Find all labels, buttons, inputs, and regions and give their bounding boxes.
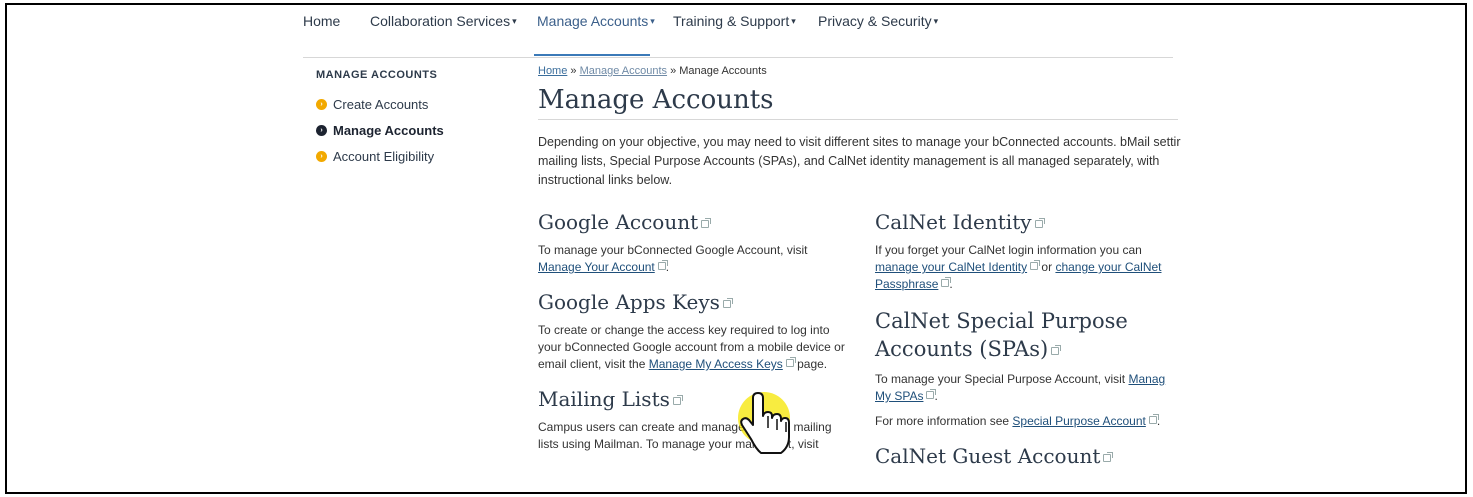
nav-collaboration-services[interactable]: Collaboration Services ▾ xyxy=(370,13,517,29)
nav-home[interactable]: Home xyxy=(303,13,340,29)
manage-my-access-keys-link[interactable]: Manage My Access Keys xyxy=(649,357,783,371)
sidebar-item-manage-accounts[interactable]: › Manage Accounts xyxy=(316,117,516,143)
main-content: Home » Manage Accounts » Manage Accounts… xyxy=(538,65,1181,190)
external-link-icon xyxy=(1030,260,1041,270)
sidebar-item-account-eligibility[interactable]: › Account Eligibility xyxy=(316,143,516,169)
sidebar-title: MANAGE ACCOUNTS xyxy=(316,69,438,81)
caret-down-icon: ▾ xyxy=(512,16,517,26)
google-apps-keys-heading[interactable]: Google Apps Keys xyxy=(538,290,720,314)
chevron-right-icon: › xyxy=(316,150,327,162)
breadcrumb-current: Manage Accounts xyxy=(679,65,767,77)
nav-manage-accounts[interactable]: Manage Accounts ▾ xyxy=(537,13,655,29)
chevron-right-icon: › xyxy=(316,124,327,136)
breadcrumb-home-link[interactable]: Home xyxy=(538,65,567,77)
external-link-icon xyxy=(701,218,712,228)
caret-down-icon: ▾ xyxy=(791,16,796,26)
external-link-icon xyxy=(657,260,668,270)
top-navigation: Home Collaboration Services ▾ Manage Acco… xyxy=(303,5,1173,58)
browser-viewport: Home Collaboration Services ▾ Manage Acco… xyxy=(5,3,1467,494)
section-calnet-identity: CalNet Identity If you forget your CalNe… xyxy=(875,210,1162,291)
special-purpose-account-link[interactable]: Special Purpose Account xyxy=(1012,414,1145,428)
section-calnet-guest: CalNet Guest Account xyxy=(875,444,1175,468)
calnet-spa-heading-cont[interactable]: Accounts (SPAs) xyxy=(875,337,1048,361)
sidebar-item-create-accounts[interactable]: › Create Accounts xyxy=(316,91,516,117)
right-column: CalNet Identity If you forget your CalNe… xyxy=(875,210,1175,468)
sidebar-item-label: Create Accounts xyxy=(333,96,429,112)
section-calnet-spa: CalNet Special Purpose Accounts (SPAs) T… xyxy=(875,309,1166,428)
mailing-lists-heading[interactable]: Mailing Lists xyxy=(538,387,670,411)
change-calnet-passphrase-link-cont[interactable]: Passphrase xyxy=(875,277,938,291)
external-link-icon xyxy=(1103,452,1114,462)
change-calnet-passphrase-link[interactable]: change your CalNet xyxy=(1055,260,1161,274)
external-link-icon xyxy=(1148,414,1159,424)
caret-down-icon: ▾ xyxy=(933,16,939,26)
external-link-icon xyxy=(941,277,952,287)
google-account-heading[interactable]: Google Account xyxy=(538,210,698,234)
sidebar-item-label: Manage Accounts xyxy=(333,122,444,138)
chevron-right-icon: › xyxy=(316,98,327,110)
calnet-spa-heading[interactable]: CalNet Special Purpose xyxy=(875,309,1128,333)
external-link-icon xyxy=(926,389,937,399)
page-title: Manage Accounts xyxy=(538,85,1178,120)
intro-paragraph: Depending on your objective, you may nee… xyxy=(538,135,1181,187)
nav-privacy-security[interactable]: Privacy & Security ▾ xyxy=(818,13,938,29)
sidebar-item-label: Account Eligibility xyxy=(333,148,435,164)
caret-down-icon: ▾ xyxy=(650,16,655,26)
external-link-icon xyxy=(1034,218,1045,228)
calnet-identity-heading[interactable]: CalNet Identity xyxy=(875,210,1032,234)
section-mailing-lists: Mailing Lists Campus users can create an… xyxy=(538,387,832,451)
active-tab-indicator xyxy=(534,54,650,56)
manage-my-spas-link[interactable]: Manag xyxy=(1128,372,1165,386)
external-link-icon xyxy=(722,298,733,308)
section-google-account: Google Account To manage your bConnected… xyxy=(538,210,808,274)
calnet-guest-heading[interactable]: CalNet Guest Account xyxy=(875,444,1100,468)
left-column: Google Account To manage your bConnected… xyxy=(538,210,848,453)
breadcrumb: Home » Manage Accounts » Manage Accounts xyxy=(538,65,767,77)
manage-my-spas-link-cont[interactable]: My SPAs xyxy=(875,389,923,403)
nav-training-support[interactable]: Training & Support ▾ xyxy=(673,13,796,29)
breadcrumb-manage-accounts-link[interactable]: Manage Accounts xyxy=(580,65,667,77)
external-link-icon xyxy=(1051,345,1062,355)
external-link-icon xyxy=(672,395,683,405)
manage-calnet-identity-link[interactable]: manage your CalNet Identity xyxy=(875,260,1027,274)
manage-your-account-link[interactable]: Manage Your Account xyxy=(538,260,655,274)
hand-pointer-icon xyxy=(738,392,790,454)
external-link-icon xyxy=(785,357,796,367)
sidebar: MANAGE ACCOUNTS › Create Accounts › Mana… xyxy=(316,69,516,169)
section-google-apps-keys: Google Apps Keys To create or change the… xyxy=(538,290,845,371)
